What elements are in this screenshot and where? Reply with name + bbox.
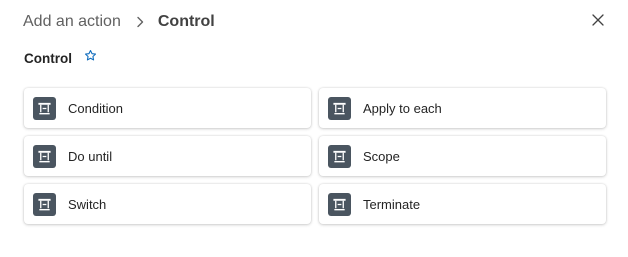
action-apply-to-each[interactable]: Apply to each <box>319 88 606 128</box>
action-switch[interactable]: Switch <box>24 184 311 224</box>
breadcrumb-root[interactable]: Add an action <box>23 13 121 31</box>
action-terminate[interactable]: Terminate <box>319 184 606 224</box>
action-label: Scope <box>363 148 400 164</box>
close-icon <box>591 13 605 32</box>
section-header: Control <box>24 49 97 67</box>
control-icon <box>328 144 351 168</box>
action-label: Do until <box>68 148 113 164</box>
control-icon <box>33 144 56 168</box>
action-label: Switch <box>68 196 107 212</box>
chevron-right-icon <box>133 15 147 29</box>
action-condition[interactable]: Condition <box>24 88 311 128</box>
add-action-panel: Add an action Control Control Condition <box>0 0 628 257</box>
control-icon <box>328 96 351 120</box>
action-scope[interactable]: Scope <box>319 136 606 176</box>
section-title: Control <box>24 50 72 66</box>
control-icon <box>33 192 56 216</box>
breadcrumb: Add an action Control <box>23 10 215 34</box>
breadcrumb-current: Control <box>157 13 215 30</box>
favorite-star-button[interactable] <box>83 49 97 67</box>
action-do-until[interactable]: Do until <box>24 136 311 176</box>
action-label: Apply to each <box>363 100 442 116</box>
action-grid: Condition Apply to each Do until Scope S… <box>24 88 606 224</box>
control-icon <box>328 192 351 216</box>
action-label: Condition <box>68 100 123 116</box>
action-label: Terminate <box>363 196 421 212</box>
control-icon <box>33 96 56 120</box>
close-button[interactable] <box>588 12 608 32</box>
star-icon <box>84 49 97 67</box>
